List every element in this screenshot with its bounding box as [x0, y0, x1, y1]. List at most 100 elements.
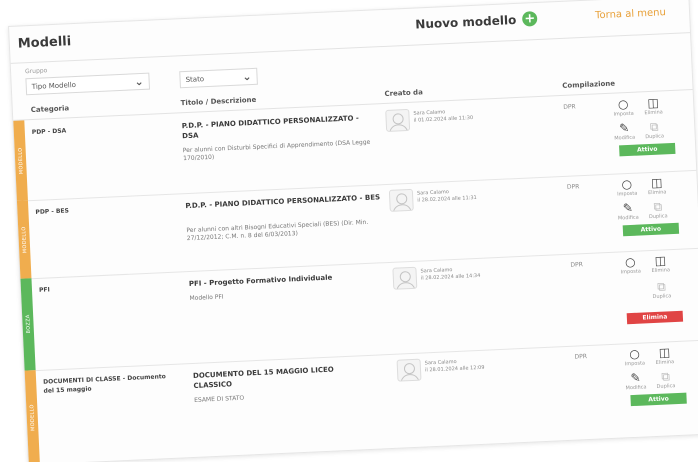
row-title: DOCUMENTO DEL 15 MAGGIO LICEO CLASSICO	[192, 365, 334, 390]
trash-icon: ◫	[658, 345, 671, 360]
delete-button[interactable]: ◫ Elimina	[652, 345, 677, 366]
row-actions: ○ Imposta ◫ Elimina ✎ Modifica ⧉ Duplica…	[611, 94, 689, 157]
edit-label: Modifica	[614, 134, 636, 142]
delete-status-button[interactable]: Elimina	[626, 310, 684, 325]
creator-date: il 01.02.2024 alle 11:30	[413, 114, 474, 124]
imposta-label: Imposta	[620, 268, 642, 276]
row-category: PDP - BES	[35, 207, 70, 216]
duplicate-label: Duplica	[656, 383, 676, 390]
imposta-button[interactable]: ○ Imposta	[611, 97, 636, 118]
header-divider	[10, 32, 691, 64]
delete-label: Elimina	[651, 267, 671, 275]
imposta-button[interactable]: ○ Imposta	[618, 254, 643, 276]
creator-date: il 28.01.2024 alle 12:09	[424, 364, 485, 374]
row-type-tag: MODELLO	[16, 200, 32, 279]
creator-info: Sara Calamo il 01.02.2024 alle 11:30	[413, 108, 473, 125]
plus-icon: +	[521, 10, 538, 27]
row-title: P.D.P. - PIANO DIDATTICO PERSONALIZZATO …	[181, 114, 360, 141]
new-model-button[interactable]: Nuovo modello +	[415, 10, 538, 32]
edit-button[interactable]: ✎ Modifica	[616, 201, 641, 222]
delete-label: Elimina	[655, 359, 675, 366]
status-badge[interactable]: Attivo	[630, 392, 687, 407]
back-to-menu-link[interactable]: Torna al menu	[595, 7, 666, 21]
duplicate-label: Duplica	[652, 293, 672, 301]
copy-icon: ⧉	[660, 369, 671, 384]
compilation-value: DPR	[563, 103, 576, 111]
row-type-tag: BOZZA	[20, 278, 36, 371]
avatar	[388, 188, 414, 212]
circle-icon: ○	[628, 346, 641, 362]
duplicate-button[interactable]: ⧉ Duplica	[649, 279, 674, 300]
compilation-value: DPR	[566, 183, 580, 191]
status-badge[interactable]: Attivo	[619, 142, 676, 157]
circle-icon: ○	[624, 254, 636, 270]
column-header-creator: Creato da	[384, 88, 424, 98]
duplicate-label: Duplica	[645, 133, 665, 141]
models-page: Modelli Nuovo modello + Torna al menu Gr…	[8, 0, 698, 462]
delete-label: Elimina	[644, 109, 663, 117]
row-type-tag: MODELLO	[24, 370, 40, 462]
copy-icon: ⧉	[649, 119, 659, 134]
row-type-tag: MODELLO	[13, 120, 28, 201]
category-select[interactable]: Tipo Modello ⌄	[25, 72, 151, 96]
pencil-icon: ✎	[622, 200, 634, 216]
edit-button[interactable]: ✎ Modifica	[623, 370, 648, 392]
imposta-label: Imposta	[617, 190, 638, 198]
circle-icon: ○	[621, 176, 633, 192]
trash-icon: ◫	[654, 253, 667, 268]
creator-info: Sara Calamo il 28.02.2024 alle 11:31	[417, 188, 477, 205]
row-actions: ○ Imposta ◫ Elimina ✎ Modifica ⧉ Duplica…	[615, 174, 693, 237]
compilation-value: DPR	[570, 261, 583, 269]
pencil-icon: ✎	[618, 120, 630, 136]
creator-info: Sara Calamo il 28.01.2024 alle 12:09	[425, 358, 485, 375]
row-title: PFI - Progetto Formativo Individuale	[188, 273, 333, 289]
copy-icon: ⧉	[656, 279, 667, 294]
row-description: Per alunni con Disturbi Specifici di App…	[182, 138, 371, 163]
delete-label: Elimina	[647, 189, 667, 197]
copy-icon: ⧉	[653, 199, 663, 214]
delete-button[interactable]: ◫ Elimina	[644, 175, 669, 196]
delete-button[interactable]: ◫ Elimina	[641, 95, 666, 117]
page-title: Modelli	[17, 34, 72, 52]
row-category: PDP - DSA	[31, 127, 67, 137]
imposta-label: Imposta	[624, 360, 646, 368]
chevron-down-icon: ⌄	[242, 70, 252, 84]
row-description: Per alunni con altri Bisogni Educativi S…	[186, 218, 369, 243]
chevron-down-icon: ⌄	[134, 74, 144, 89]
delete-button[interactable]: ◫ Elimina	[648, 253, 673, 274]
trash-icon: ◫	[650, 175, 663, 190]
duplicate-button[interactable]: ⧉ Duplica	[642, 119, 667, 141]
status-badge[interactable]: Attivo	[622, 222, 680, 237]
imposta-label: Imposta	[613, 110, 634, 118]
imposta-button[interactable]: ○ Imposta	[615, 177, 640, 198]
duplicate-label: Duplica	[648, 213, 668, 221]
creator-info: Sara Calamo il 28.02.2024 alle 14:34	[420, 266, 480, 283]
status-select[interactable]: Stato ⌄	[179, 67, 258, 89]
row-category: PFI	[38, 286, 50, 294]
trash-icon: ◫	[647, 95, 660, 111]
category-select-value: Tipo Modello	[31, 80, 77, 91]
compilation-value: DPR	[574, 353, 588, 361]
duplicate-button[interactable]: ⧉ Duplica	[653, 369, 678, 390]
creator-date: il 28.02.2024 alle 14:34	[420, 272, 481, 282]
row-description: Modello PFI	[189, 293, 224, 303]
new-model-label: Nuovo modello	[415, 12, 517, 32]
edit-label: Modifica	[617, 214, 639, 222]
creator-date: il 28.02.2024 alle 11:31	[417, 194, 477, 204]
row-title: P.D.P. - PIANO DIDATTICO PERSONALIZZATO …	[185, 193, 381, 211]
avatar	[392, 266, 418, 290]
pencil-icon: ✎	[630, 370, 641, 386]
column-header-category: Categoria	[30, 104, 70, 115]
avatar	[385, 108, 411, 132]
status-select-value: Stato	[185, 74, 205, 84]
duplicate-button[interactable]: ⧉ Duplica	[646, 199, 671, 221]
row-category: DOCUMENTI DI CLASSE - Documento del 15 m…	[43, 373, 166, 395]
circle-icon: ○	[617, 96, 629, 112]
row-description: ESAME DI STATO	[194, 394, 245, 404]
filter-label: Gruppo	[24, 67, 48, 76]
screenshot-stage: Modelli Nuovo modello + Torna al menu Gr…	[0, 0, 698, 462]
imposta-button[interactable]: ○ Imposta	[622, 346, 647, 368]
edit-button[interactable]: ✎ Modifica	[612, 121, 637, 142]
column-header-title: Titolo / Descrizione	[180, 95, 257, 108]
row-actions: ○ Imposta ◫ Elimina ⧉ Duplica Elimina	[618, 252, 696, 325]
